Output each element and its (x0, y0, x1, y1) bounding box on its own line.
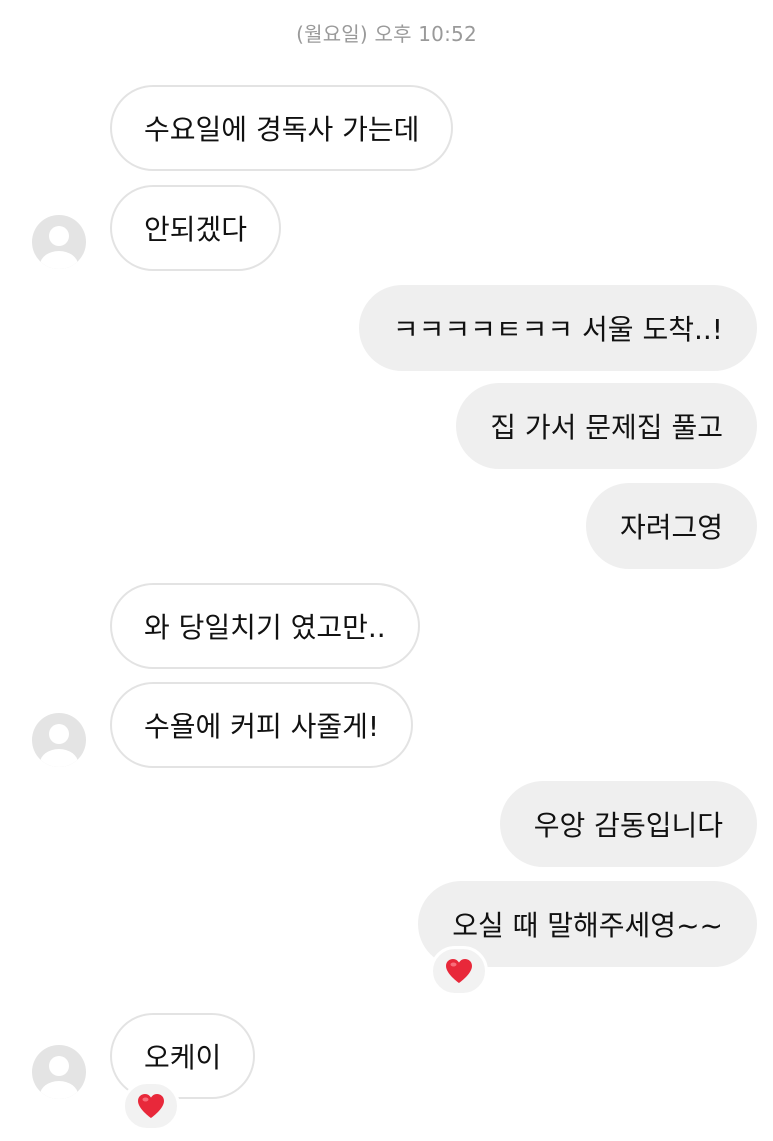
incoming-message-bubble[interactable]: 안되겠다 (110, 185, 282, 271)
default-profile-icon[interactable] (32, 713, 86, 767)
heart-icon (446, 959, 472, 983)
message-text: 수요일에 경독사 가는데 (144, 113, 420, 146)
timestamp: (월요일) 오후 10:52 (296, 22, 477, 46)
message-text: 오케이 (144, 1041, 222, 1074)
heart-icon (138, 1094, 164, 1118)
message-text: 오실 때 말해주세영~~ (452, 909, 723, 942)
outgoing-message-bubble[interactable]: ㅋㅋㅋㅋㅌㅋㅋ 서울 도착..! (358, 285, 757, 371)
message-text: 와 당일치기 였고만.. (144, 611, 386, 644)
outgoing-message-bubble[interactable]: 자려그영 (585, 483, 757, 569)
message-text: 수욜에 커피 사줄게! (144, 710, 380, 743)
incoming-message-bubble[interactable]: 와 당일치기 였고만.. (110, 583, 420, 669)
incoming-message-bubble[interactable]: 수욜에 커피 사줄게! (110, 682, 414, 768)
outgoing-message-bubble[interactable]: 우앙 감동입니다 (499, 781, 757, 867)
message-text: 안되겠다 (144, 213, 248, 246)
incoming-message-bubble[interactable]: 수요일에 경독사 가는데 (110, 85, 454, 171)
reaction-badge[interactable] (122, 1081, 180, 1131)
message-text: 집 가서 문제집 풀고 (490, 411, 723, 444)
message-text: 우앙 감동입니다 (533, 809, 723, 842)
outgoing-message-bubble[interactable]: 집 가서 문제집 풀고 (456, 383, 757, 469)
message-text: 자려그영 (619, 511, 723, 544)
default-profile-icon[interactable] (32, 1045, 86, 1099)
reaction-badge[interactable] (430, 946, 488, 996)
message-text: ㅋㅋㅋㅋㅌㅋㅋ 서울 도착..! (392, 313, 723, 346)
default-profile-icon[interactable] (32, 215, 86, 269)
